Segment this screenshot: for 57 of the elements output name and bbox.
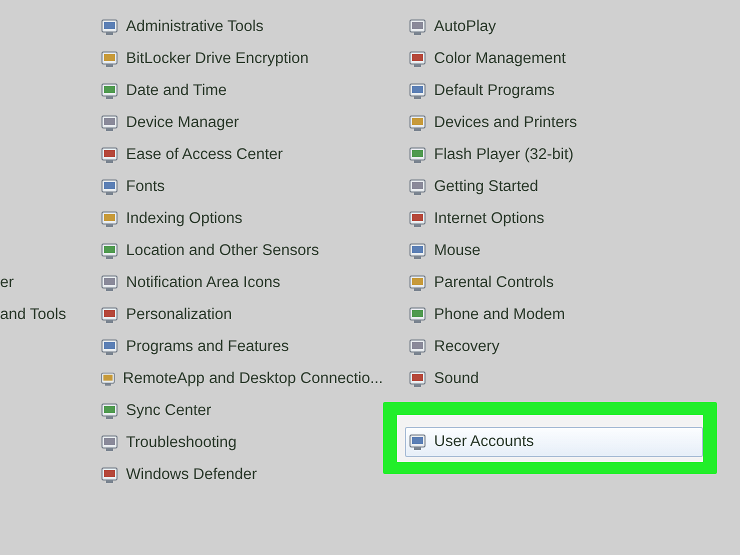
applet-icon bbox=[100, 209, 120, 229]
control-panel-item[interactable]: Indexing Options bbox=[100, 203, 383, 235]
applet-icon bbox=[408, 241, 428, 261]
control-panel-item[interactable]: Phone and Modem bbox=[408, 299, 740, 331]
sidebar-link[interactable]: and Tools bbox=[0, 299, 100, 331]
control-panel-item[interactable]: Sound bbox=[408, 363, 740, 395]
applet-icon bbox=[100, 273, 120, 293]
control-panel-item[interactable]: Ease of Access Center bbox=[100, 139, 383, 171]
applet-icon bbox=[408, 273, 428, 293]
applet-icon bbox=[100, 145, 120, 165]
applet-icon bbox=[408, 209, 428, 229]
applet-icon bbox=[100, 241, 120, 261]
control-panel-item[interactable]: Administrative Tools bbox=[100, 11, 383, 43]
applet-icon bbox=[100, 177, 120, 197]
control-panel-item[interactable]: Programs and Features bbox=[100, 331, 383, 363]
applet-icon bbox=[408, 49, 428, 69]
applet-icon bbox=[408, 305, 428, 325]
control-panel-item[interactable]: Color Management bbox=[408, 43, 740, 75]
control-panel-item[interactable]: BitLocker Drive Encryption bbox=[100, 43, 383, 75]
control-panel-item[interactable]: Device Manager bbox=[100, 107, 383, 139]
control-panel-item[interactable]: Internet Options bbox=[408, 203, 740, 235]
control-panel-item[interactable]: Notification Area Icons bbox=[100, 267, 383, 299]
control-panel-item[interactable]: AutoPlay bbox=[408, 11, 740, 43]
applet-icon bbox=[408, 81, 428, 101]
applet-icon bbox=[100, 81, 120, 101]
control-panel-item[interactable]: RemoteApp and Desktop Connectio... bbox=[100, 363, 383, 395]
sidebar-link[interactable]: er bbox=[0, 267, 100, 299]
applet-icon bbox=[408, 369, 428, 389]
applet-icon bbox=[100, 465, 120, 485]
control-panel-item[interactable]: Mouse bbox=[408, 235, 740, 267]
control-panel-item[interactable]: Default Programs bbox=[408, 75, 740, 107]
control-panel-item[interactable]: Recovery bbox=[408, 331, 740, 363]
control-panel-item[interactable]: Troubleshooting bbox=[100, 427, 383, 459]
applet-icon bbox=[408, 17, 428, 37]
applet-icon bbox=[100, 113, 120, 133]
control-panel-item[interactable]: Date and Time bbox=[100, 75, 383, 107]
applet-icon bbox=[408, 432, 428, 452]
control-panel-item[interactable]: Fonts bbox=[100, 171, 383, 203]
applet-icon bbox=[100, 49, 120, 69]
applet-icon bbox=[100, 433, 120, 453]
control-panel-item[interactable]: Personalization bbox=[100, 299, 383, 331]
applet-icon bbox=[408, 113, 428, 133]
applet-icon bbox=[100, 17, 120, 37]
control-panel-item[interactable]: Getting Started bbox=[408, 171, 740, 203]
applet-icon bbox=[100, 401, 120, 421]
applet-icon bbox=[100, 337, 120, 357]
applet-icon bbox=[408, 177, 428, 197]
applet-icon bbox=[408, 337, 428, 357]
control-panel-item[interactable]: Devices and Printers bbox=[408, 107, 740, 139]
control-panel-item[interactable]: Sync Center bbox=[100, 395, 383, 427]
control-panel-item[interactable]: Windows Defender bbox=[100, 459, 383, 491]
control-panel-item[interactable]: Flash Player (32-bit) bbox=[408, 139, 740, 171]
applet-icon bbox=[100, 305, 120, 325]
applet-icon bbox=[408, 145, 428, 165]
control-panel-item[interactable]: User Accounts bbox=[405, 427, 703, 457]
control-panel-item[interactable]: Location and Other Sensors bbox=[100, 235, 383, 267]
control-panel-item[interactable]: Parental Controls bbox=[408, 267, 740, 299]
